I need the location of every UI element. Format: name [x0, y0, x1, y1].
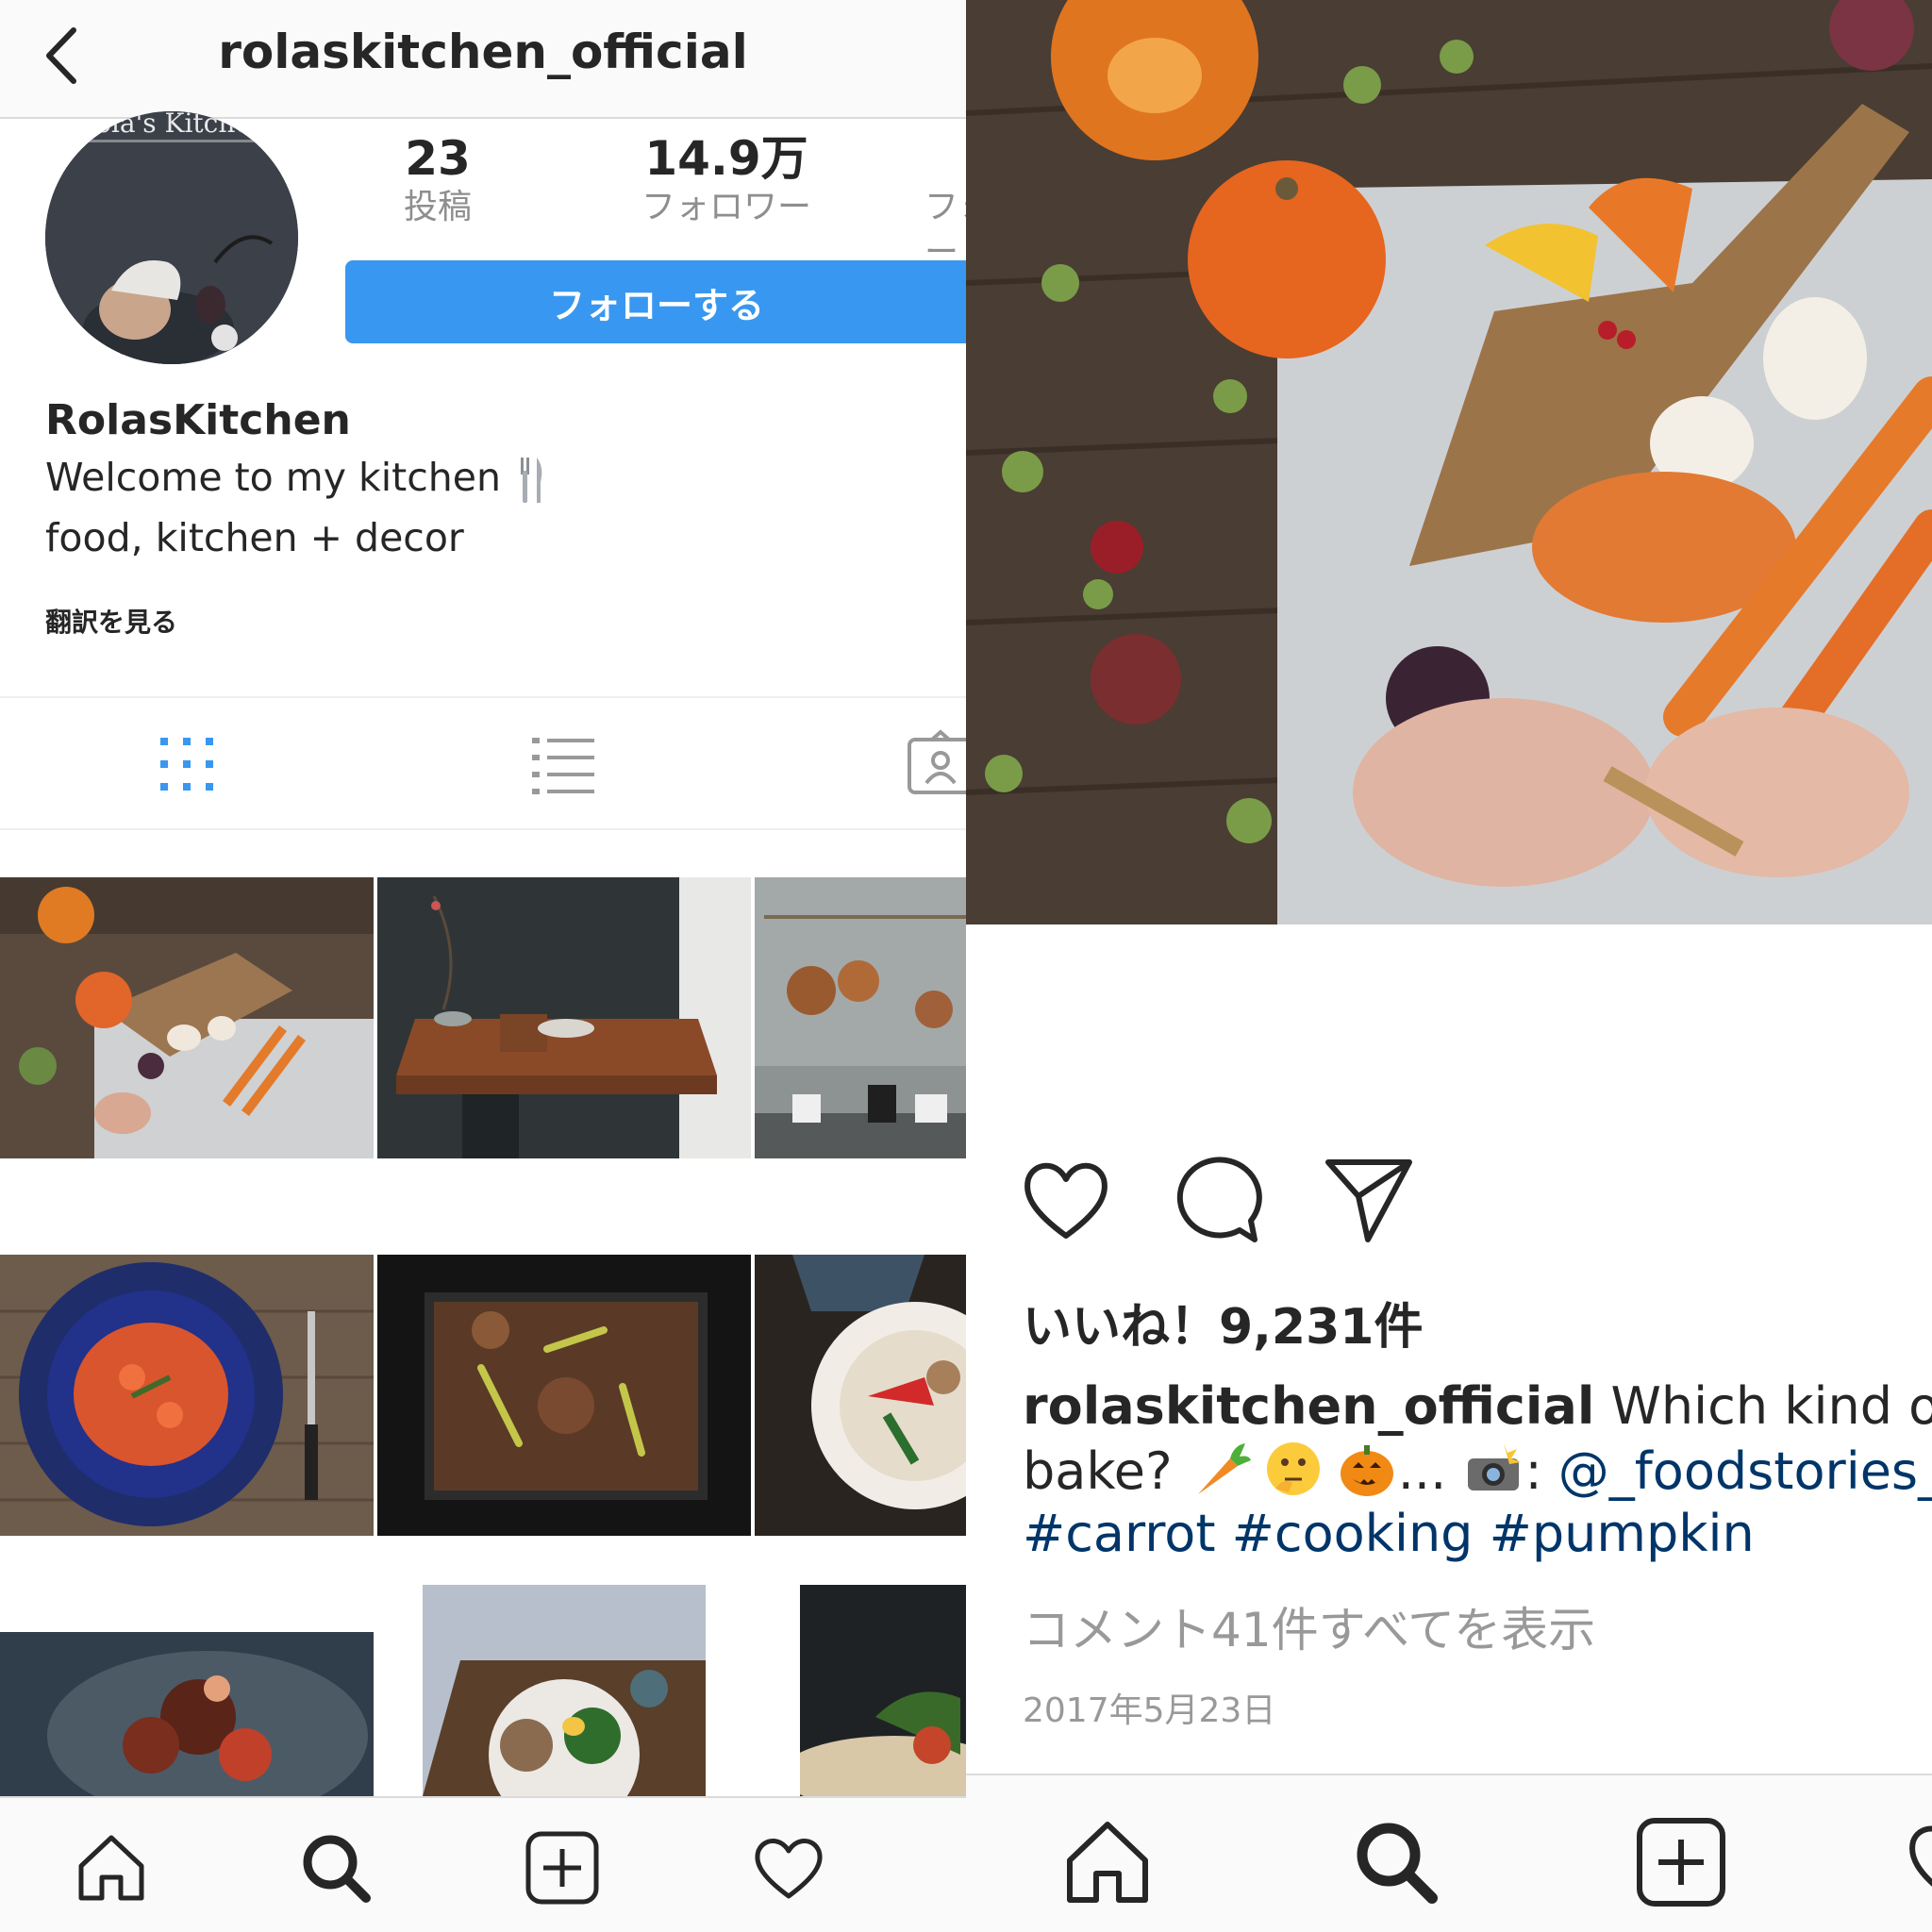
- profile-stats: 23 投稿 14.9万 フォロワー 1 フォロー: [340, 132, 966, 272]
- post-screen: いいね！9,231件 rolaskitchen_official Which k…: [966, 0, 1932, 1932]
- search-icon[interactable]: [298, 1830, 374, 1906]
- home-icon[interactable]: [1062, 1817, 1153, 1907]
- stat-following[interactable]: 1 フォロー: [868, 132, 966, 275]
- tagged-icon[interactable]: [904, 726, 966, 802]
- grid-view-icon[interactable]: [149, 726, 225, 802]
- caption-line-3: #carrot #cooking #pumpkin: [1023, 1503, 1932, 1565]
- post-caption: rolaskitchen_official Which kind of c ba…: [1023, 1375, 1932, 1565]
- post-date: 2017年5月23日: [1023, 1691, 1276, 1730]
- new-post-icon[interactable]: [525, 1830, 600, 1906]
- like-heart-icon[interactable]: [1019, 1153, 1113, 1247]
- caption-text-2c: :: [1524, 1441, 1558, 1501]
- grid-post-6-image: [755, 1255, 966, 1536]
- thinking-face-emoji-icon: [1266, 1442, 1320, 1495]
- grid-post-9[interactable]: [800, 1585, 966, 1796]
- share-send-icon[interactable]: [1321, 1153, 1415, 1247]
- caption-mention-link[interactable]: @_foodstories_: [1558, 1441, 1932, 1501]
- activity-heart-icon[interactable]: [751, 1830, 826, 1906]
- activity-heart-icon[interactable]: [1906, 1817, 1932, 1907]
- grid-post-7[interactable]: [0, 1632, 374, 1796]
- bottom-nav: [0, 1796, 966, 1932]
- caption-hashtags[interactable]: #carrot #cooking #pumpkin: [1023, 1504, 1755, 1563]
- grid-post-4[interactable]: [0, 1255, 374, 1536]
- new-post-icon[interactable]: [1636, 1817, 1726, 1907]
- grid-post-3[interactable]: [755, 877, 966, 1158]
- grid-post-4-image: [0, 1255, 374, 1536]
- caption-text-2b: ...: [1397, 1441, 1463, 1501]
- follow-button[interactable]: フォローする: [345, 260, 966, 343]
- grid-post-8[interactable]: [423, 1585, 706, 1796]
- stat-followers-count: 14.9万: [644, 131, 808, 186]
- grid-post-7-image: [0, 1632, 374, 1796]
- caption-line-1: rolaskitchen_official Which kind of c: [1023, 1375, 1932, 1438]
- stat-followers[interactable]: 14.9万 フォロワー: [604, 132, 849, 230]
- grid-post-2[interactable]: [377, 877, 751, 1158]
- bottom-nav-right: [966, 1774, 1932, 1932]
- camera-flash-emoji-icon: [1468, 1443, 1522, 1491]
- grid-post-8-image: [423, 1585, 706, 1796]
- grid-post-1-image: [0, 877, 374, 1158]
- stat-following-count: 1: [924, 132, 966, 185]
- caption-username[interactable]: rolaskitchen_official: [1023, 1376, 1594, 1436]
- profile-display-name: RolasKitchen: [45, 396, 351, 444]
- grid-post-1[interactable]: [0, 877, 374, 1158]
- avatar[interactable]: Rola's Kitchen: [45, 111, 298, 364]
- see-translation-link[interactable]: 翻訳を見る: [45, 602, 177, 640]
- fork-knife-icon: [520, 458, 542, 503]
- comment-icon[interactable]: [1170, 1153, 1264, 1247]
- carrot-emoji-icon: [1197, 1443, 1251, 1494]
- grid-post-9-image: [800, 1585, 966, 1796]
- profile-tabs: [0, 696, 966, 830]
- grid-post-2-image: [377, 877, 751, 1158]
- post-photo[interactable]: [966, 0, 1932, 924]
- profile-header: rolaskitchen_official: [0, 0, 966, 119]
- grid-post-5[interactable]: [377, 1255, 751, 1536]
- home-icon[interactable]: [74, 1830, 149, 1906]
- stat-followers-label: フォロワー: [641, 188, 811, 226]
- grid-post-3-image: [755, 877, 966, 1158]
- caption-line-2: bake? ... : @_foodstories_: [1023, 1438, 1932, 1503]
- stat-posts-count: 23: [405, 131, 471, 186]
- list-view-icon[interactable]: [525, 726, 600, 802]
- stat-posts-label: 投稿: [403, 188, 472, 226]
- grid-post-6[interactable]: [755, 1255, 966, 1536]
- caption-text-2a: bake?: [1023, 1441, 1189, 1501]
- grid-post-5-image: [377, 1255, 751, 1536]
- stat-posts[interactable]: 23 投稿: [343, 132, 532, 230]
- profile-username-title: rolaskitchen_official: [218, 25, 748, 79]
- bio-line-1: Welcome to my kitchen: [45, 455, 546, 505]
- search-icon[interactable]: [1351, 1817, 1441, 1907]
- jack-o-lantern-emoji-icon: [1340, 1445, 1393, 1496]
- bio-line-1-text: Welcome to my kitchen: [45, 455, 501, 500]
- view-all-comments-link[interactable]: コメント41件すべてを表示: [1023, 1592, 1595, 1660]
- likes-count[interactable]: いいね！9,231件: [1023, 1287, 1423, 1357]
- post-photo-image: [966, 0, 1932, 924]
- profile-screen: rolaskitchen_official Rola's Kitchen 23 …: [0, 0, 966, 1932]
- avatar-image: Rola's Kitchen: [45, 111, 298, 364]
- caption-text-1: Which kind of c: [1610, 1376, 1932, 1436]
- bio-line-2: food, kitchen + decor: [45, 515, 464, 560]
